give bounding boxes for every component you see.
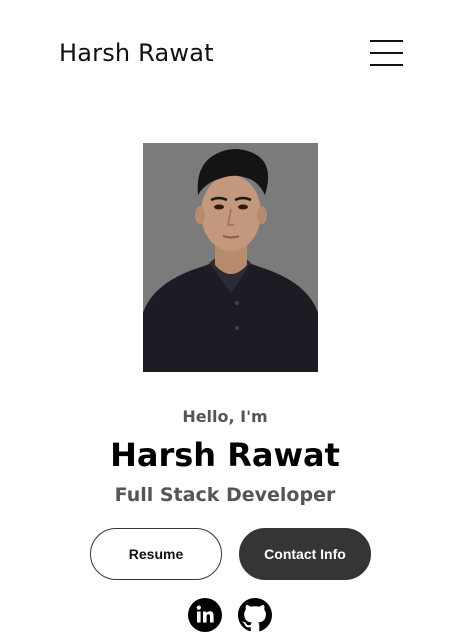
- hamburger-bar: [370, 52, 403, 54]
- logo[interactable]: Harsh Rawat: [59, 36, 214, 70]
- resume-button[interactable]: Resume: [90, 528, 222, 580]
- profile-photo: [143, 143, 318, 372]
- github-icon[interactable]: [238, 598, 272, 632]
- portrait-illustration: [143, 143, 318, 372]
- greeting-text: Hello, I'm: [182, 407, 268, 426]
- profile-name: Harsh Rawat: [110, 436, 340, 474]
- profile-role: Full Stack Developer: [114, 484, 336, 506]
- linkedin-icon[interactable]: [188, 598, 222, 632]
- contact-info-button[interactable]: Contact Info: [239, 528, 371, 580]
- hamburger-bar: [370, 64, 403, 66]
- hamburger-menu-icon[interactable]: [370, 39, 403, 67]
- hamburger-bar: [370, 40, 403, 42]
- profile-page: Harsh Rawat Hello, I'm Harsh Rawat Full …: [0, 0, 450, 643]
